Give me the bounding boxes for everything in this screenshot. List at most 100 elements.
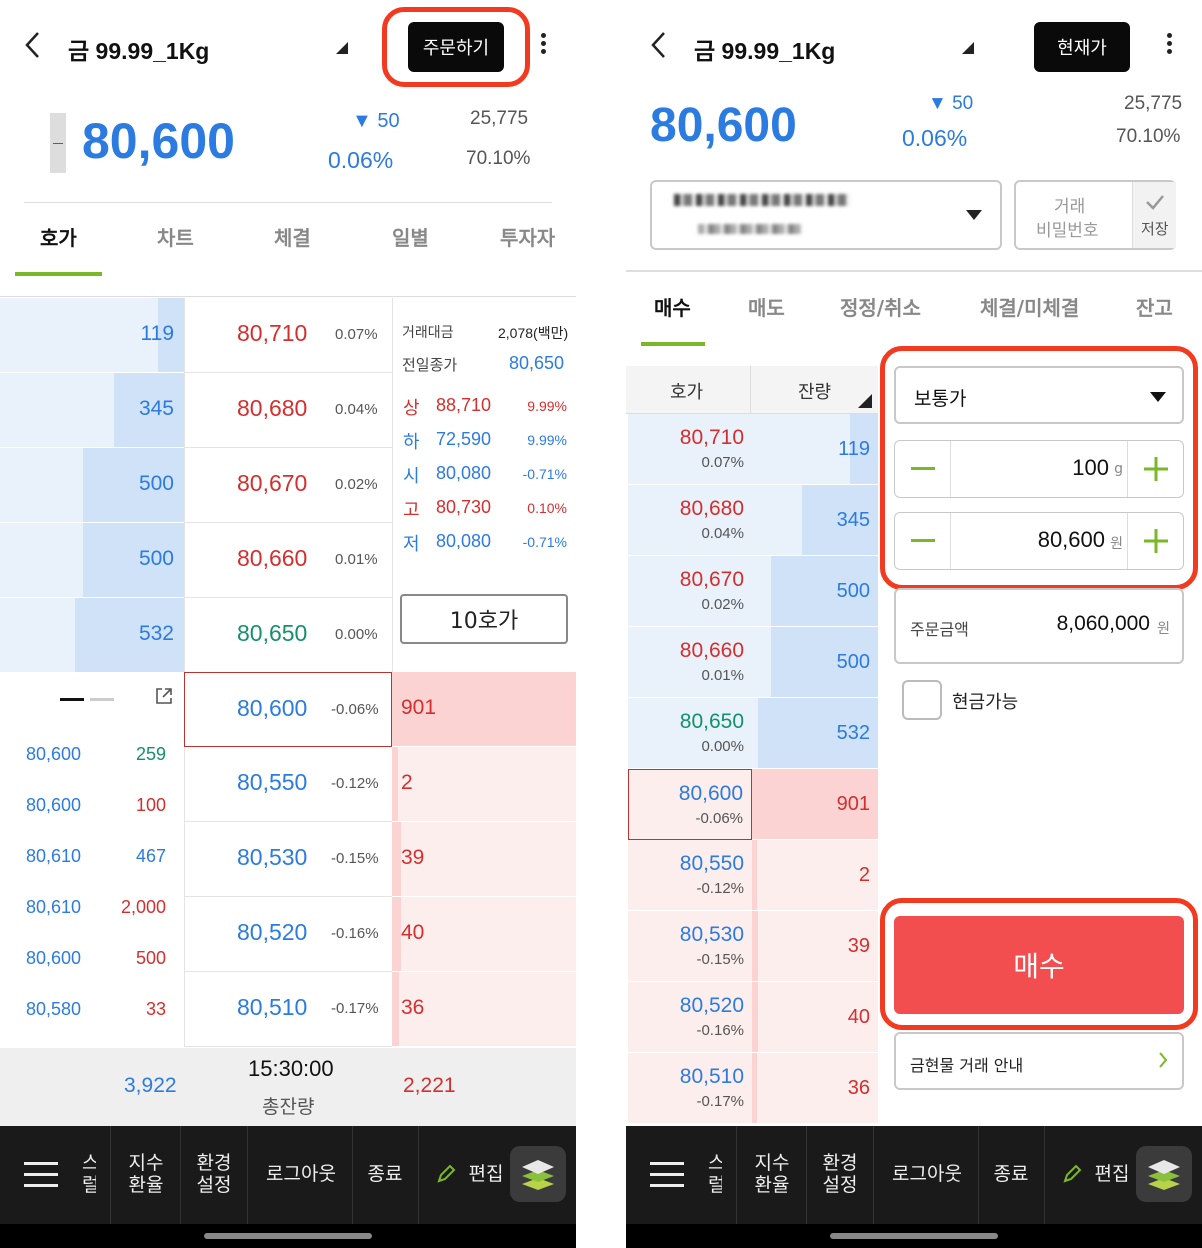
bid-price-cell[interactable]: 80,510 -0.17% [628,1053,752,1124]
tab-modify-cancel[interactable]: 정정/취소 [840,292,921,321]
back-arrow-icon[interactable] [648,30,670,60]
price-minus-button[interactable] [895,513,951,569]
buy-button[interactable]: 매수 [894,916,1184,1014]
total-bid-qty: 2,221 [403,1074,456,1097]
tab-buy[interactable]: 매수 [654,292,691,321]
stock-title[interactable]: 금 99.99_1Kg [694,32,835,66]
hamburger-menu-icon[interactable] [650,1160,684,1190]
bid-price-cell-current[interactable]: 80,600 -0.06% [628,769,752,840]
ask-qty: 500 [138,547,174,570]
corner-caret-icon[interactable] [858,394,872,408]
ask-price-cell[interactable]: 80,670 0.02% [184,448,392,523]
ask-price-cell[interactable]: 80,710 0.07% [184,298,392,373]
tab-balance[interactable]: 잔고 [1136,292,1173,321]
bid-price-cell-current[interactable]: 80,600 -0.06% [184,672,392,747]
cash-available-checkbox[interactable] [902,680,942,720]
logout-button[interactable]: 로그아웃 [884,1163,970,1185]
qty-value[interactable]: 100 [1072,455,1109,481]
settings-button[interactable]: 환경 설정 [188,1152,240,1196]
exit-button[interactable]: 종료 [988,1163,1034,1185]
ask-row[interactable]: 500 80,670 0.02% [0,448,392,523]
home-indicator[interactable] [830,1233,998,1239]
qty-plus-button[interactable] [1127,441,1183,497]
tab-chart[interactable]: 차트 [157,222,194,251]
bid-price-cell[interactable]: 80,550 -0.12% [628,840,752,911]
ask-price: 80,650 [679,710,744,733]
tab-trades[interactable]: 체결 [274,222,311,251]
info-panel: 거래대금 2,078(백만) 전일종가 80,650 상 88,710 9.99% 하… [392,298,576,672]
home-indicator[interactable] [204,1233,372,1239]
tab-daily[interactable]: 일별 [392,222,429,251]
account-selector[interactable] [650,180,1002,250]
quantity-stepper[interactable]: 100 g [894,440,1184,498]
tab-hoga[interactable]: 호가 [40,222,77,251]
qty-minus-button[interactable] [895,441,951,497]
popout-icon[interactable] [154,686,174,706]
order-button[interactable]: 주문하기 [408,22,504,72]
save-password-toggle[interactable]: 저장 [1132,182,1176,248]
price-plus-button[interactable] [1127,513,1183,569]
stat-pct: -0.71% [522,466,567,482]
partial-menu-item[interactable]: 스럴 [708,1152,722,1196]
ask-price-cell[interactable]: 80,670 0.02% [628,556,752,627]
bid-price: 80,600 [237,695,308,721]
back-arrow-icon[interactable] [22,30,44,60]
tab-investor[interactable]: 투자자 [500,222,555,251]
caret-down-icon[interactable] [334,42,348,54]
ask-price-cell[interactable]: 80,650 0.00% [628,698,752,769]
caret-down-icon[interactable] [960,42,974,54]
ask-price-cell[interactable]: 80,680 0.04% [628,485,752,556]
bid-price-cell[interactable]: 80,550 -0.12% [184,747,392,822]
tab-filled-unfilled[interactable]: 체결/미체결 [980,292,1079,321]
more-menu-icon[interactable] [535,30,551,57]
ask-price-cell[interactable]: 80,660 0.01% [184,523,392,598]
bid-price-cell[interactable]: 80,520 -0.16% [184,897,392,972]
divider [24,202,552,203]
ask-price-cell[interactable]: 80,660 0.01% [628,627,752,698]
stock-title[interactable]: 금 99.99_1Kg [68,32,209,66]
index-fx-button[interactable]: 지수 환율 [118,1152,174,1196]
hamburger-menu-icon[interactable] [24,1160,58,1190]
ask-price-cell[interactable]: 80,650 0.00% [184,598,392,673]
ask-price-cell[interactable]: 80,710 0.07% [628,414,752,485]
edit-button[interactable]: 편집 [464,1163,508,1185]
pager-dot-active [60,698,84,701]
current-price-button[interactable]: 현재가 [1034,22,1130,72]
trade-password-field[interactable]: 거래 비밀번호 저장 [1014,180,1176,250]
totals-bar: 3,922 15:30:00 총잔량 2,221 [0,1048,576,1126]
settings-button[interactable]: 환경 설정 [814,1152,866,1196]
more-menu-icon[interactable] [1161,30,1177,57]
market-time: 15:30:00 [248,1056,334,1081]
price-stepper[interactable]: 80,600 원 [894,512,1184,570]
ask-price: 80,710 [237,320,308,346]
ask-row[interactable]: 500 80,660 0.01% [0,523,392,598]
edit-button[interactable]: 편집 [1090,1163,1134,1185]
logout-button[interactable]: 로그아웃 [258,1163,344,1185]
ask-price-cell[interactable]: 80,680 0.04% [184,373,392,448]
bid-pct: -0.15% [331,850,379,867]
bid-price: 80,550 [237,769,308,795]
bid-price-cell[interactable]: 80,510 -0.17% [184,972,392,1047]
bid-price-cell[interactable]: 80,530 -0.15% [628,911,752,982]
bid-price-cell[interactable]: 80,530 -0.15% [184,822,392,897]
price-change-pct: 0.06% [902,125,968,151]
price-value[interactable]: 80,600 [1038,527,1105,553]
ask-row[interactable]: 119 80,710 0.07% [0,298,392,373]
ask-qty-cell: 500 [752,556,878,627]
gold-trade-guide-link[interactable]: 금현물 거래 안내 [894,1032,1184,1090]
ask-row[interactable]: 345 80,680 0.04% [0,373,392,448]
bid-qty-cell: 39 [752,911,878,982]
order-type-select[interactable]: 보통가 [894,366,1184,424]
index-fx-button[interactable]: 지수 환율 [744,1152,800,1196]
layers-icon [522,1160,554,1190]
ask-row[interactable]: 532 80,650 0.00% [0,598,392,673]
layers-button[interactable] [1136,1146,1192,1202]
partial-menu-item[interactable]: 스럴 [82,1152,96,1196]
bid-price-cell[interactable]: 80,520 -0.16% [628,982,752,1053]
tab-sell[interactable]: 매도 [748,292,785,321]
layers-button[interactable] [510,1146,566,1202]
ask-pct: 0.04% [701,525,744,542]
ten-hoga-button[interactable]: 10호가 [400,594,568,644]
exit-button[interactable]: 종료 [362,1163,408,1185]
ask-qty-cell: 345 [0,373,184,448]
